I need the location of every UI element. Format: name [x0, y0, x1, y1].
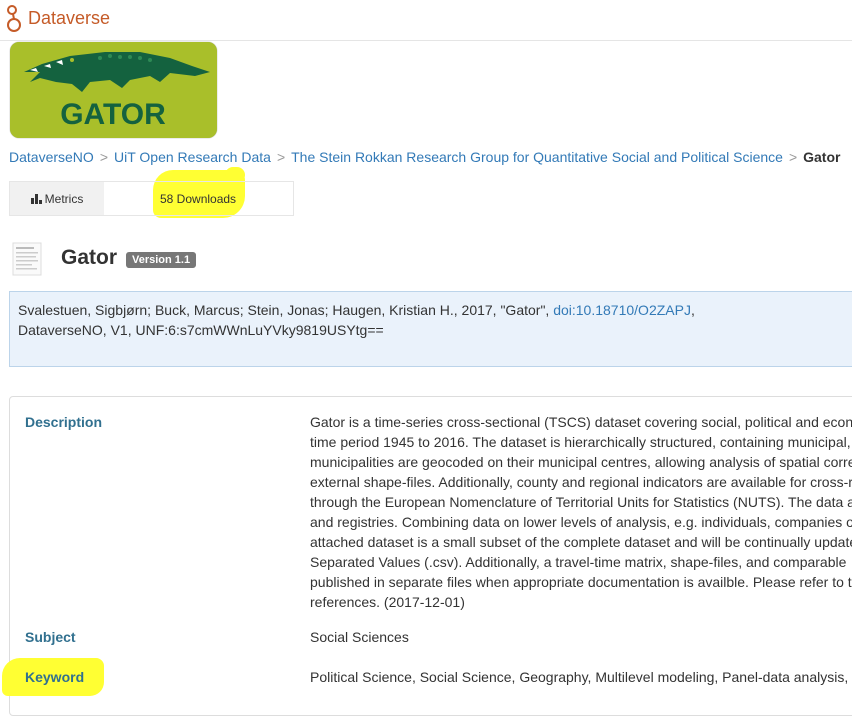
breadcrumb: DataverseNO > UiT Open Research Data > The S…: [9, 149, 840, 165]
description-value: Gator is a time-series cross-sectional (…: [310, 412, 852, 612]
description-line: attached dataset is a small subset of th…: [310, 534, 852, 550]
breadcrumb-link-dataverseno[interactable]: DataverseNO: [9, 149, 94, 165]
keyword-label: Keyword: [25, 669, 85, 685]
metrics-block: Metrics 58 Downloads: [9, 181, 294, 216]
citation-box: Svalestuen, Sigbjørn; Buck, Marcus; Stei…: [9, 291, 852, 367]
metrics-label: Metrics: [44, 191, 84, 206]
breadcrumb-separator: >: [788, 149, 798, 165]
breadcrumb-separator: >: [276, 149, 286, 165]
breadcrumb-link-stein-rokkan[interactable]: The Stein Rokkan Research Group for Quan…: [291, 149, 783, 165]
citation-line-1: Svalestuen, Sigbjørn; Buck, Marcus; Stei…: [18, 300, 852, 320]
description-label: Description: [25, 414, 103, 430]
description-line: municipalities are geocoded on their mun…: [310, 454, 852, 470]
bar-chart-icon: [30, 193, 42, 204]
subject-value: Social Sciences: [310, 629, 409, 645]
dataset-title: Gator: [61, 246, 118, 269]
subject-label: Subject: [25, 629, 76, 645]
description-line: external shape-files. Additionally, coun…: [310, 474, 852, 490]
document-icon: [12, 242, 42, 276]
brand-name: Dataverse: [28, 7, 111, 28]
top-navbar: Dataverse: [0, 0, 852, 41]
description-line: Gator is a time-series cross-sectional (…: [310, 414, 852, 430]
description-line: Separated Values (.csv). Additionally, a…: [310, 554, 847, 570]
description-line: time period 1945 to 2016. The dataset is…: [310, 434, 851, 450]
metrics-tab[interactable]: Metrics: [10, 182, 104, 215]
dataverse-icon: [7, 5, 21, 32]
description-line: through the European Nomenclature of Ter…: [310, 494, 852, 510]
citation-authors: Svalestuen, Sigbjørn; Buck, Marcus; Stei…: [18, 302, 550, 318]
version-badge: Version 1.1: [126, 252, 197, 268]
description-line: and registries. Combining data on lower …: [310, 514, 852, 530]
citation-line-2: DataverseNO, V1, UNF:6:s7cmWWnLuYVky9819…: [18, 322, 384, 338]
logo-text: GATOR: [60, 98, 166, 131]
breadcrumb-current: Gator: [803, 149, 841, 165]
brand-link[interactable]: Dataverse: [4, 3, 110, 33]
doi-link[interactable]: doi:10.18710/O2ZAPJ: [553, 302, 691, 318]
breadcrumb-link-uit[interactable]: UiT Open Research Data: [114, 149, 271, 165]
description-line: references. (2017-12-01): [310, 594, 465, 610]
breadcrumb-separator: >: [99, 149, 108, 165]
dataverse-logo[interactable]: GATOR: [10, 42, 217, 138]
downloads-count: 58 Downloads: [160, 191, 237, 206]
gator-logo-image: GATOR: [24, 52, 210, 131]
keyword-value: Political Science, Social Science, Geogr…: [310, 669, 849, 685]
description-line: published in separate files when appropr…: [310, 574, 852, 590]
citation-comma: ,: [690, 302, 695, 318]
